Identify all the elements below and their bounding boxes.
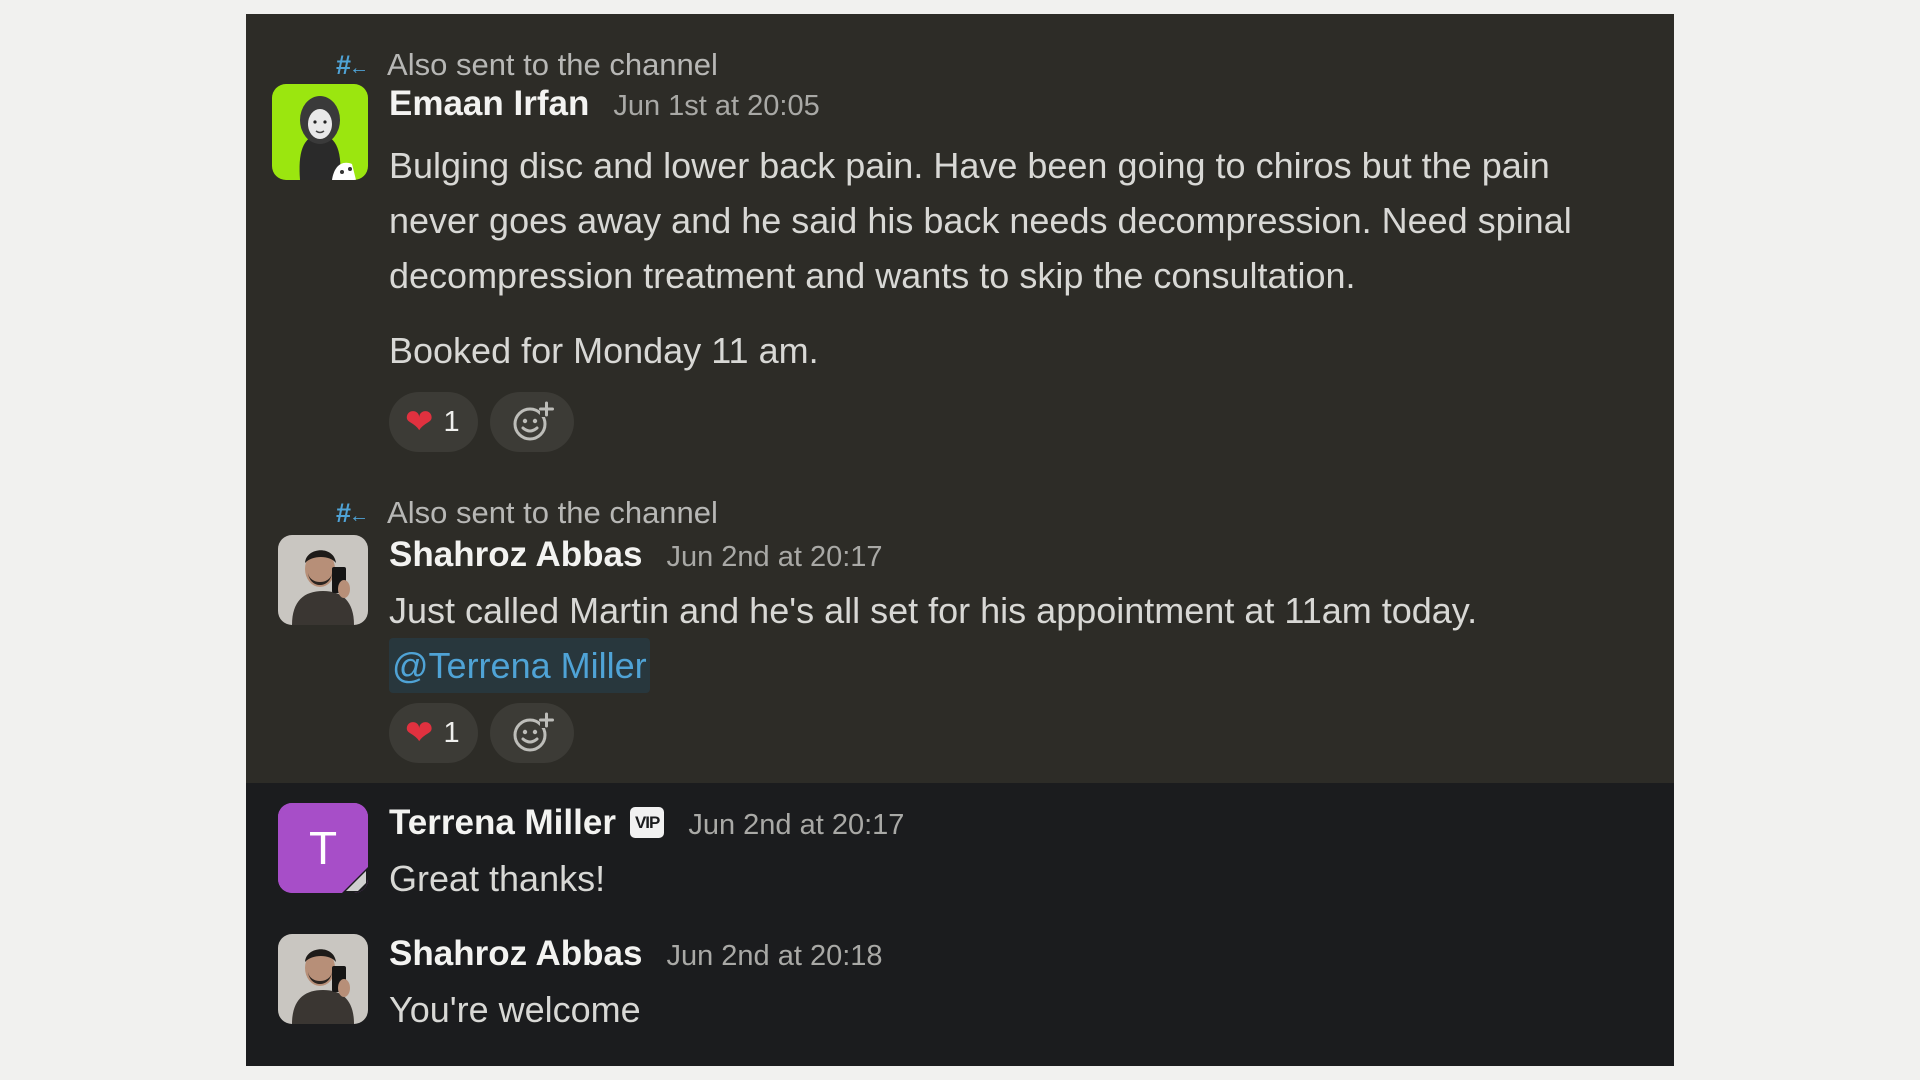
thread-reply-icon: #← <box>336 49 369 80</box>
also-sent-notice[interactable]: #← Also sent to the channel <box>336 495 718 531</box>
timestamp[interactable]: Jun 1st at 20:05 <box>613 90 819 123</box>
mention-line: @Terrena Miller <box>389 638 1644 693</box>
add-reaction-button[interactable] <box>489 703 574 763</box>
author-name[interactable]: Shahroz Abbas <box>389 535 642 575</box>
avatar-photo-icon <box>278 535 368 625</box>
message-text-secondary: Booked for Monday 11 am. <box>389 330 819 371</box>
author-name[interactable]: Emaan Irfan <box>389 84 589 124</box>
add-emoji-icon <box>513 401 554 441</box>
avatar-letter: T <box>308 822 338 874</box>
vip-badge: VIP <box>629 807 665 838</box>
avatar[interactable] <box>278 934 368 1024</box>
avatar-photo-icon <box>278 934 368 1024</box>
reaction-count: 1 <box>443 716 460 749</box>
avatar[interactable] <box>272 84 368 180</box>
timestamp[interactable]: Jun 2nd at 20:17 <box>666 541 882 574</box>
thread-reply-icon: #← <box>336 497 369 528</box>
message-text: Just called Martin and he's all set for … <box>389 590 1478 631</box>
heart-icon: ❤ <box>405 714 434 752</box>
also-sent-label: Also sent to the channel <box>387 495 718 530</box>
user-mention-link[interactable]: @Terrena Miller <box>389 638 650 693</box>
highlighted-thread-section: #← Also sent to the channel Emaan Irfan … <box>246 14 1674 783</box>
reactions-bar: ❤ 1 <box>389 703 1644 763</box>
reactions-bar: ❤ 1 <box>389 392 1644 452</box>
timestamp[interactable]: Jun 2nd at 20:18 <box>666 940 882 973</box>
message-text: Bulging disc and lower back pain. Have b… <box>389 145 1572 296</box>
heart-reaction-button[interactable]: ❤ 1 <box>389 703 478 763</box>
avatar[interactable]: T <box>278 803 368 893</box>
message-panel: #← Also sent to the channel Emaan Irfan … <box>246 14 1674 1066</box>
add-emoji-icon <box>513 712 554 752</box>
author-name[interactable]: Terrena Miller <box>389 803 616 843</box>
avatar[interactable] <box>278 535 368 625</box>
message-text: Great thanks! <box>389 858 606 899</box>
heart-reaction-button[interactable]: ❤ 1 <box>389 392 478 452</box>
add-reaction-button[interactable] <box>489 392 574 452</box>
avatar-photo-icon <box>272 84 368 180</box>
timestamp[interactable]: Jun 2nd at 20:17 <box>688 809 904 842</box>
message-text: You're welcome <box>389 989 641 1030</box>
author-name[interactable]: Shahroz Abbas <box>389 934 642 974</box>
heart-icon: ❤ <box>405 403 434 441</box>
reaction-count: 1 <box>443 405 460 438</box>
also-sent-label: Also sent to the channel <box>387 47 718 82</box>
also-sent-notice[interactable]: #← Also sent to the channel <box>336 47 718 83</box>
